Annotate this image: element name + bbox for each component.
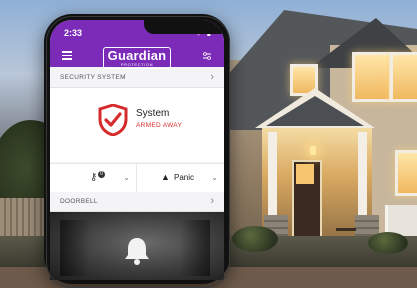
security-system-label: SECURITY SYSTEM: [60, 74, 126, 81]
shrub: [232, 226, 278, 252]
lit-window: [395, 150, 417, 196]
security-actions: ⚷ 0 ⌄ ▲ Panic ⌄: [50, 163, 224, 192]
panic-label: Panic: [174, 173, 195, 182]
doorbell-header[interactable]: DOORBELL ›: [50, 193, 224, 212]
chevron-right-icon: ›: [210, 71, 214, 83]
brand-logo: Guardian PROTECTION: [50, 47, 224, 71]
shrub: [368, 232, 408, 254]
security-status-card[interactable]: System ARMED AWAY: [50, 88, 224, 162]
panic-button[interactable]: ▲ Panic ⌄: [137, 164, 224, 192]
bell-icon: [125, 238, 149, 265]
security-system-header[interactable]: SECURITY SYSTEM ›: [50, 69, 224, 88]
arm-status: ARMED AWAY: [136, 122, 183, 129]
doorbell-label: DOORBELL: [60, 198, 98, 205]
logo-box: Guardian PROTECTION: [102, 47, 172, 69]
chevron-down-icon: ⌄: [123, 173, 130, 182]
settings-icon[interactable]: [202, 51, 212, 61]
porch-lamp: [310, 146, 316, 155]
shield-check-icon: [98, 104, 128, 136]
doorbell-camera-feed[interactable]: [50, 212, 224, 280]
phone-screen: 2:33 ▪▪▪ ᯤ ▮ Guardian PROTECTION SECURIT…: [50, 20, 224, 280]
key-icon: ⚷: [90, 172, 98, 183]
alert-icon: ▲: [161, 172, 170, 182]
system-label: System: [136, 108, 170, 119]
key-badge: 0: [98, 171, 105, 178]
status-time: 2:33: [64, 28, 83, 38]
phone-notch: [144, 20, 224, 34]
chevron-right-icon: ›: [210, 195, 214, 207]
lit-window: [390, 52, 417, 102]
chevron-down-icon: ⌄: [211, 173, 218, 182]
lit-window: [352, 52, 392, 102]
door-window: [296, 164, 314, 184]
brand-name: Guardian: [107, 48, 167, 63]
keys-button[interactable]: ⚷ 0 ⌄: [50, 164, 137, 192]
